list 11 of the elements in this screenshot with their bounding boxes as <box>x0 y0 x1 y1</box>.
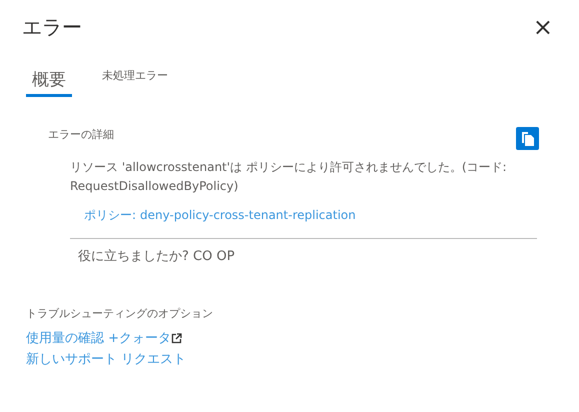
policy-label: ポリシー: <box>84 206 136 224</box>
feedback-prompt: 役に立ちましたか? CO OP <box>77 248 236 266</box>
tab[interactable]: 概要 <box>26 68 72 96</box>
section-heading: エラーの詳細 <box>48 126 114 142</box>
close-button[interactable]: × <box>528 15 557 39</box>
window-title: エラー <box>22 14 82 41</box>
error-message: リソース 'allowcrosstenant'は ポリシーにより許可されませんでした。(コード: RequestDisallowedByPolicy) <box>70 158 508 195</box>
copy-button[interactable] <box>516 126 539 150</box>
section-heading: トラブルシューティングのオプション <box>26 306 214 322</box>
tab[interactable]: 未処理エラー <box>96 68 174 88</box>
copy-icon <box>520 130 534 146</box>
